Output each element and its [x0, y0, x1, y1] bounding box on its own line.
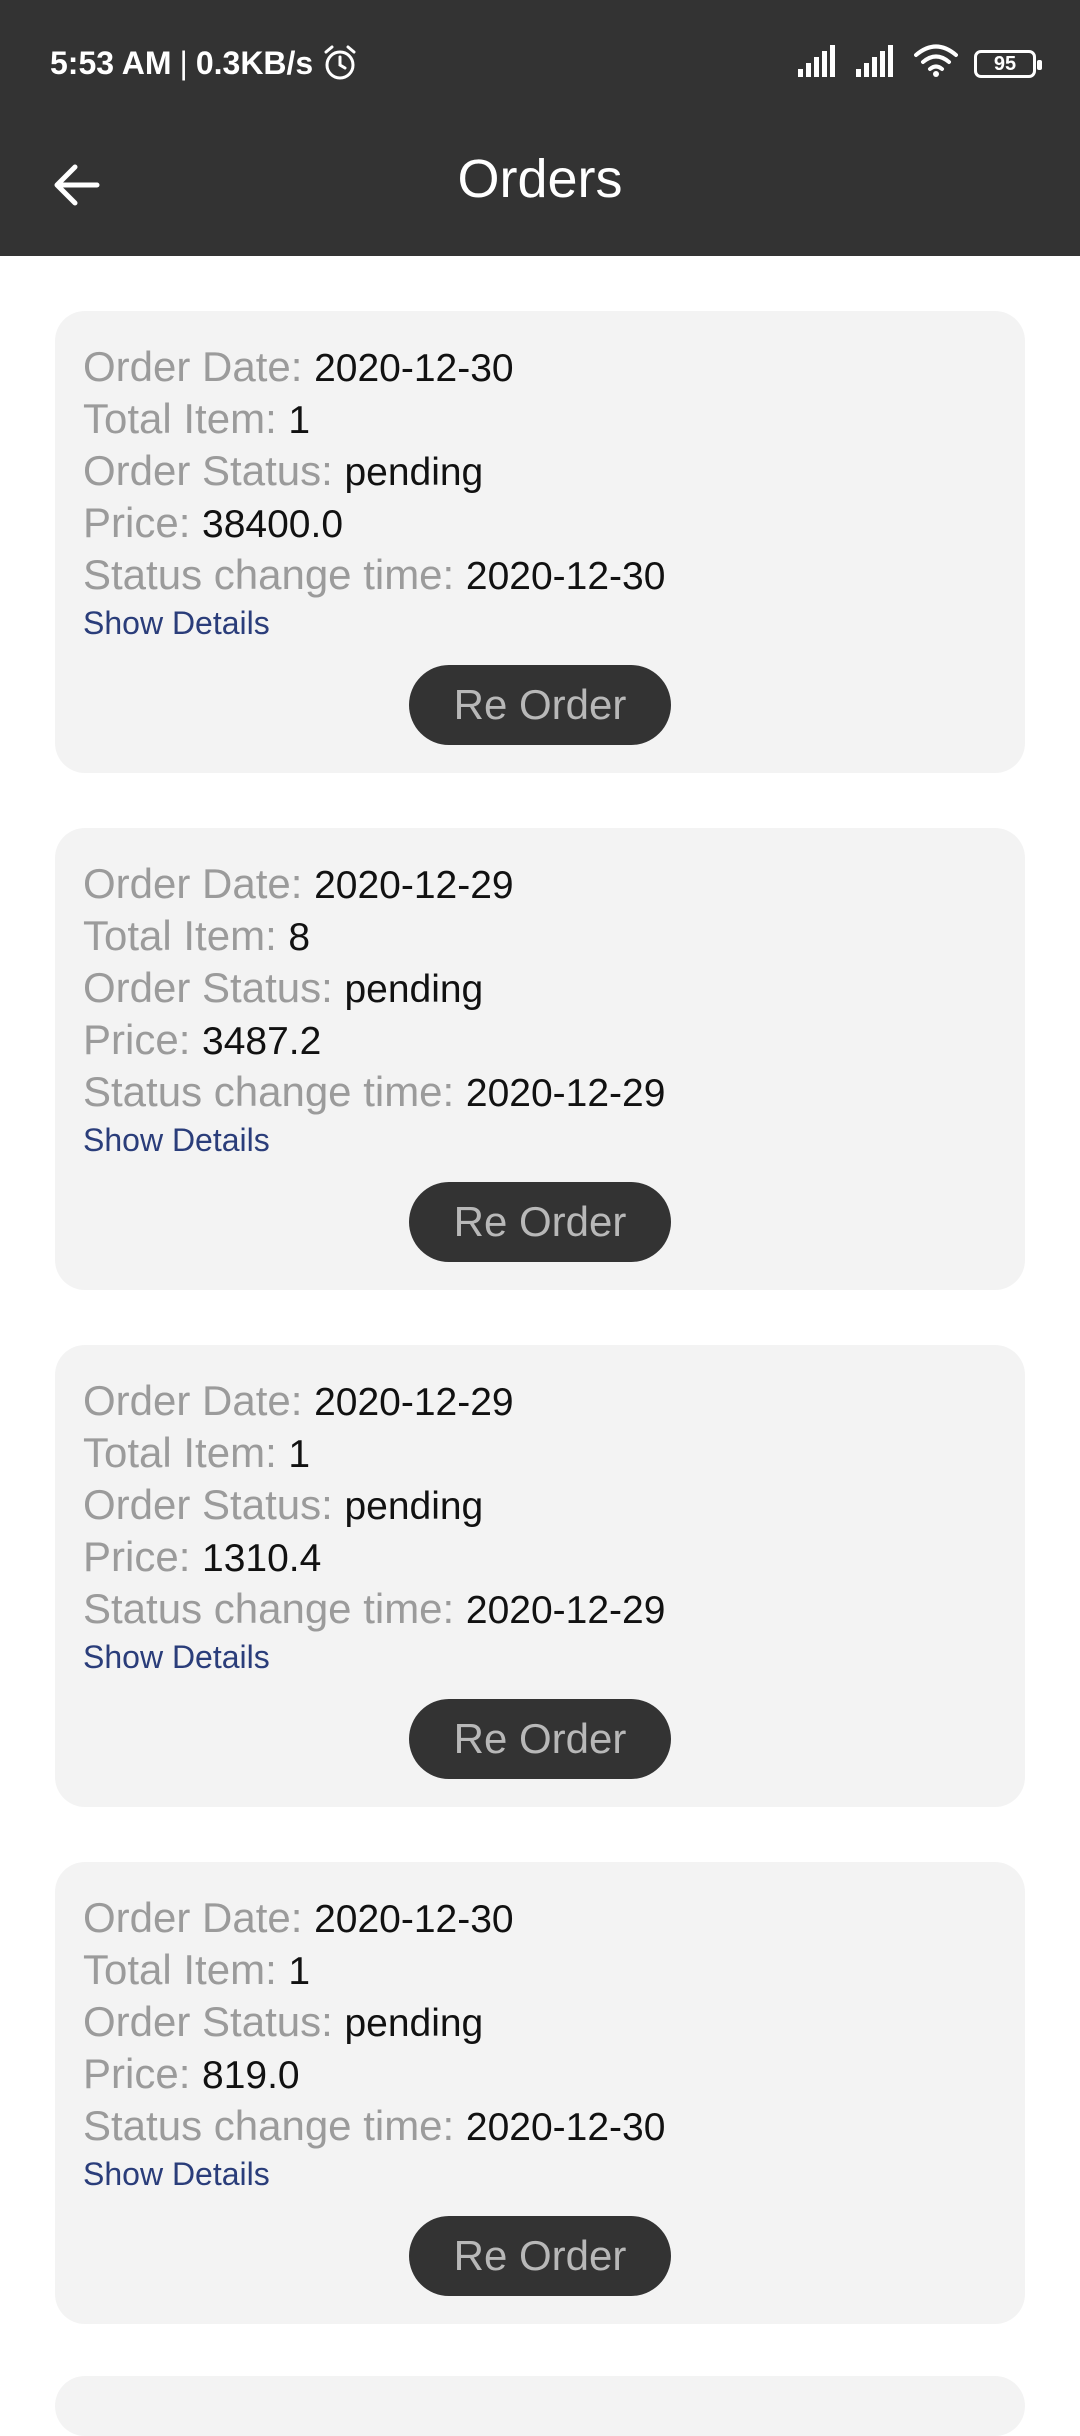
status-left: 5:53 AM | 0.3KB/s: [50, 44, 359, 82]
price-label: Price:: [83, 499, 191, 546]
order-card: Order Date: 2020-12-30 Total Item: 1 Ord…: [55, 311, 1025, 773]
show-details-link[interactable]: Show Details: [83, 1122, 270, 1159]
status-change-time-row: Status change time: 2020-12-29: [83, 1583, 997, 1635]
status-change-time-label: Status change time:: [83, 1068, 455, 1115]
total-item-value: 1: [288, 399, 311, 442]
price-label: Price:: [83, 1016, 191, 1063]
status-change-time-label: Status change time:: [83, 1585, 455, 1632]
order-date-value: 2020-12-30: [314, 347, 514, 390]
order-date-label: Order Date:: [83, 343, 303, 390]
status-change-time-row: Status change time: 2020-12-30: [83, 549, 997, 601]
price-label: Price:: [83, 1533, 191, 1580]
order-date-row: Order Date: 2020-12-30: [83, 341, 997, 393]
reorder-button[interactable]: Re Order: [409, 1699, 671, 1779]
show-details-link[interactable]: Show Details: [83, 2156, 270, 2193]
status-separator: |: [179, 44, 188, 81]
price-value: 38400.0: [202, 503, 344, 546]
total-item-value: 8: [288, 916, 311, 959]
order-status-row: Order Status: pending: [83, 1479, 997, 1531]
top-bar: 5:53 AM | 0.3KB/s 95 Orders: [0, 0, 1080, 256]
price-value: 819.0: [202, 2054, 300, 2097]
status-change-time-row: Status change time: 2020-12-30: [83, 2100, 997, 2152]
total-item-value: 1: [288, 1433, 311, 1476]
order-status-value: pending: [344, 2002, 484, 2045]
order-status-value: pending: [344, 968, 484, 1011]
status-change-time-row: Status change time: 2020-12-29: [83, 1066, 997, 1118]
price-row: Price: 38400.0: [83, 497, 997, 549]
show-details-link[interactable]: Show Details: [83, 605, 270, 642]
price-label: Price:: [83, 2050, 191, 2097]
order-date-value: 2020-12-29: [314, 1381, 514, 1424]
wifi-icon: [914, 44, 958, 83]
order-card: Order Date: 2020-12-30 Total Item: 1 Ord…: [55, 1862, 1025, 2324]
show-details-link[interactable]: Show Details: [83, 1639, 270, 1676]
battery-level: 95: [993, 52, 1017, 75]
status-change-time-label: Status change time:: [83, 551, 455, 598]
reorder-button[interactable]: Re Order: [409, 1182, 671, 1262]
network-speed: 0.3KB/s: [195, 44, 314, 81]
order-status-label: Order Status:: [83, 447, 333, 494]
total-item-label: Total Item:: [83, 1946, 277, 1993]
order-status-value: pending: [344, 451, 484, 494]
order-card-partial: [55, 2376, 1025, 2436]
order-card: Order Date: 2020-12-29 Total Item: 8 Ord…: [55, 828, 1025, 1290]
total-item-row: Total Item: 1: [83, 1944, 997, 1996]
total-item-label: Total Item:: [83, 1429, 277, 1476]
status-change-time-value: 2020-12-30: [465, 555, 666, 598]
reorder-button[interactable]: Re Order: [409, 2216, 671, 2296]
order-status-row: Order Status: pending: [83, 1996, 997, 2048]
total-item-value: 1: [288, 1950, 311, 1993]
status-bar: 5:53 AM | 0.3KB/s 95: [0, 0, 1080, 130]
order-status-label: Order Status:: [83, 964, 333, 1011]
total-item-row: Total Item: 1: [83, 393, 997, 445]
price-value: 1310.4: [202, 1537, 322, 1580]
order-date-value: 2020-12-30: [314, 1898, 514, 1941]
order-date-value: 2020-12-29: [314, 864, 514, 907]
price-row: Price: 819.0: [83, 2048, 997, 2100]
status-time: 5:53 AM: [50, 44, 172, 81]
status-change-time-label: Status change time:: [83, 2102, 455, 2149]
reorder-button[interactable]: Re Order: [409, 665, 671, 745]
page-title: Orders: [457, 149, 623, 209]
alarm-clock-icon: [321, 44, 359, 82]
cellular-signal-2-icon: [856, 45, 898, 82]
order-date-label: Order Date:: [83, 1377, 303, 1424]
order-status-row: Order Status: pending: [83, 445, 997, 497]
order-date-row: Order Date: 2020-12-29: [83, 1375, 997, 1427]
price-row: Price: 3487.2: [83, 1014, 997, 1066]
order-card: Order Date: 2020-12-29 Total Item: 1 Ord…: [55, 1345, 1025, 1807]
status-change-time-value: 2020-12-29: [465, 1589, 666, 1632]
order-date-label: Order Date:: [83, 860, 303, 907]
price-value: 3487.2: [202, 1020, 322, 1063]
order-status-label: Order Status:: [83, 1998, 333, 2045]
status-change-time-value: 2020-12-30: [465, 2106, 666, 2149]
order-date-row: Order Date: 2020-12-30: [83, 1892, 997, 1944]
status-right: 95: [798, 44, 1042, 83]
cellular-signal-icon: [798, 45, 840, 82]
order-status-label: Order Status:: [83, 1481, 333, 1528]
order-status-value: pending: [344, 1485, 484, 1528]
order-status-row: Order Status: pending: [83, 962, 997, 1014]
status-change-time-value: 2020-12-29: [465, 1072, 666, 1115]
order-date-row: Order Date: 2020-12-29: [83, 858, 997, 910]
app-bar: Orders: [0, 130, 1080, 256]
price-row: Price: 1310.4: [83, 1531, 997, 1583]
battery-icon: 95: [974, 49, 1042, 78]
total-item-row: Total Item: 1: [83, 1427, 997, 1479]
order-date-label: Order Date:: [83, 1894, 303, 1941]
total-item-label: Total Item:: [83, 395, 277, 442]
total-item-label: Total Item:: [83, 912, 277, 959]
total-item-row: Total Item: 8: [83, 910, 997, 962]
